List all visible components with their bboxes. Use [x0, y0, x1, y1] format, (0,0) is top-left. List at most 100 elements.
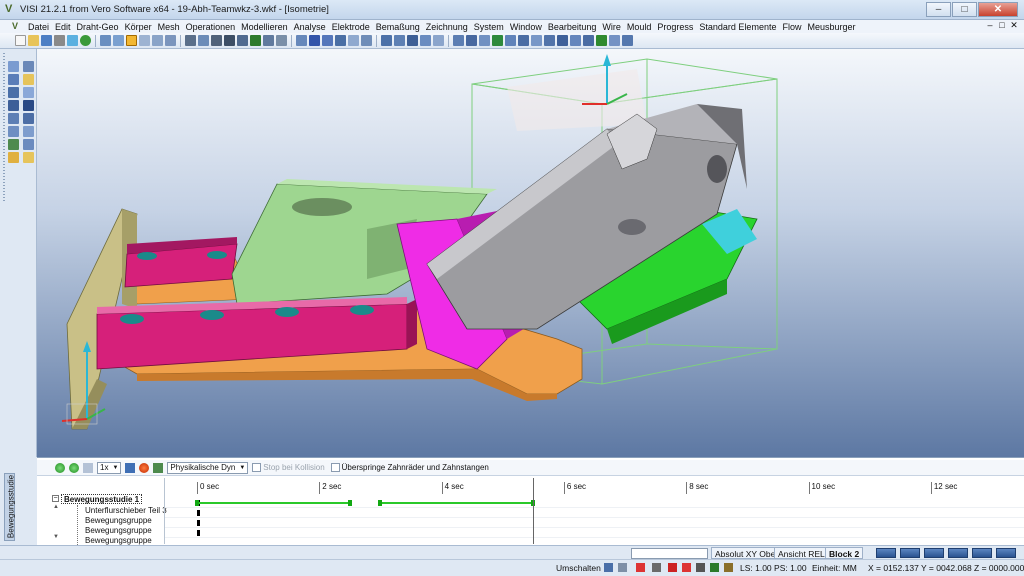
- record-icon[interactable]: [69, 462, 79, 473]
- mould-icon[interactable]: [453, 35, 464, 46]
- tool-arc-icon[interactable]: [8, 74, 19, 85]
- menu-window[interactable]: Window: [507, 22, 545, 32]
- wire-icon[interactable]: [518, 35, 529, 46]
- assembly-icon[interactable]: [570, 35, 581, 46]
- toolbar-grip[interactable]: [3, 53, 5, 203]
- analysis-icon[interactable]: [505, 35, 516, 46]
- menu-modellieren[interactable]: Modellieren: [238, 22, 291, 32]
- tool-polyline-icon[interactable]: [23, 87, 34, 98]
- cancel-status-icon[interactable]: [668, 563, 677, 572]
- tree-item[interactable]: Bewegungsgruppe: [85, 516, 152, 526]
- view-tile[interactable]: [900, 548, 920, 558]
- settings-icon[interactable]: [153, 462, 164, 473]
- green-check-icon[interactable]: [596, 35, 607, 46]
- 3d-viewport[interactable]: [37, 49, 1024, 457]
- menu-datei[interactable]: Datei: [25, 22, 52, 32]
- tool-shell-icon[interactable]: [8, 126, 19, 137]
- flow-icon[interactable]: [492, 35, 503, 46]
- timeline-track[interactable]: [165, 508, 1024, 518]
- simulation-mode-select[interactable]: Physikalische Dyn ▼: [167, 461, 249, 474]
- menu-analyse[interactable]: Analyse: [291, 22, 329, 32]
- menu-bemassung[interactable]: Bemaßung: [373, 22, 423, 32]
- view-tile[interactable]: [876, 548, 896, 558]
- toggle-label[interactable]: Umschalten: [556, 563, 601, 573]
- time-cursor[interactable]: [533, 478, 535, 544]
- motion-segment-bar[interactable]: [380, 502, 534, 504]
- stop-collision-checkbox[interactable]: [252, 463, 262, 472]
- tool-revolve-icon[interactable]: [23, 100, 34, 111]
- timeline-track[interactable]: [165, 498, 1024, 508]
- standard-elements-icon[interactable]: [531, 35, 542, 46]
- pan-icon[interactable]: [198, 35, 209, 46]
- electrode-icon[interactable]: [479, 35, 490, 46]
- menu-bearbeitung[interactable]: Bearbeitung: [545, 22, 600, 32]
- grid-status-icon[interactable]: [710, 563, 719, 572]
- mdi-restore-button[interactable]: □: [996, 20, 1008, 31]
- keyframe-handle[interactable]: [195, 500, 199, 506]
- view-tile[interactable]: [924, 548, 944, 558]
- tool-extrude-icon[interactable]: [8, 100, 19, 111]
- measure-icon[interactable]: [276, 35, 287, 46]
- track-start-marker[interactable]: [197, 530, 200, 536]
- hide-icon[interactable]: [348, 35, 359, 46]
- save-icon[interactable]: [41, 35, 52, 46]
- surface-icon[interactable]: [394, 35, 405, 46]
- tree-item[interactable]: Unterflurschieber Teil 3: [85, 506, 167, 516]
- tool-line-icon[interactable]: [8, 61, 19, 72]
- absolute-xy-button[interactable]: Absolut XY Ober: [711, 547, 783, 559]
- maximize-button[interactable]: □: [952, 2, 977, 17]
- select-icon[interactable]: [322, 35, 333, 46]
- tree-scrollbar[interactable]: ▲ ▼: [53, 504, 61, 544]
- motion-study-root[interactable]: Bewegungsstudie 1: [61, 494, 143, 504]
- menu-elektrode[interactable]: Elektrode: [329, 22, 373, 32]
- view-iso-icon[interactable]: [126, 35, 137, 46]
- view-top-icon[interactable]: [139, 35, 150, 46]
- tool-boolean-icon[interactable]: [8, 139, 19, 150]
- loop-icon[interactable]: [125, 462, 136, 473]
- tool-spline-icon[interactable]: [8, 87, 19, 98]
- new-file-icon[interactable]: [15, 35, 26, 46]
- menu-operationen[interactable]: Operationen: [183, 22, 239, 32]
- tool-circle-icon[interactable]: [23, 61, 34, 72]
- view-tile[interactable]: [972, 548, 992, 558]
- tool-fillet-icon[interactable]: [8, 113, 19, 124]
- motion-timeline[interactable]: 0 sec 2 sec 4 sec 6 sec 8 sec 10 sec 12 sec: [164, 478, 1024, 544]
- wireframe-icon[interactable]: [237, 35, 248, 46]
- timeline-track[interactable]: [165, 518, 1024, 528]
- tool-hole-icon[interactable]: [23, 126, 34, 137]
- save-status-icon[interactable]: [604, 563, 613, 572]
- motion-segment-bar[interactable]: [197, 502, 350, 504]
- stop-status-icon[interactable]: [636, 563, 645, 572]
- view-rel-button[interactable]: Ansicht REL: [774, 547, 829, 559]
- mdi-minimize-button[interactable]: –: [984, 20, 996, 31]
- play-icon[interactable]: [55, 462, 65, 473]
- command-input[interactable]: [631, 548, 708, 559]
- solid-icon[interactable]: [381, 35, 392, 46]
- import-icon[interactable]: [67, 35, 78, 46]
- layer-icon[interactable]: [250, 35, 261, 46]
- minimize-button[interactable]: –: [926, 2, 951, 17]
- keyframe-handle[interactable]: [347, 500, 352, 506]
- tree-expander[interactable]: −: [52, 495, 59, 502]
- layers-status-icon[interactable]: [618, 563, 627, 572]
- zoom-icon[interactable]: [185, 35, 196, 46]
- rotate-icon[interactable]: [211, 35, 222, 46]
- timeline-track[interactable]: [165, 528, 1024, 538]
- error-status-icon[interactable]: [682, 563, 691, 572]
- timeline-icon[interactable]: [83, 462, 93, 473]
- progress-icon[interactable]: [466, 35, 477, 46]
- menu-progress[interactable]: Progress: [654, 22, 696, 32]
- point-icon[interactable]: [420, 35, 431, 46]
- filter-icon[interactable]: [335, 35, 346, 46]
- tool-chamfer-icon[interactable]: [23, 113, 34, 124]
- document-menu-icon[interactable]: V: [12, 22, 21, 31]
- mdi-close-button[interactable]: ✕: [1008, 20, 1020, 31]
- show-icon[interactable]: [361, 35, 372, 46]
- block-button[interactable]: Block 2: [825, 547, 864, 559]
- menu-flow[interactable]: Flow: [779, 22, 804, 32]
- speed-select[interactable]: 1x ▼: [97, 461, 122, 474]
- track-start-marker[interactable]: [197, 510, 200, 516]
- tree-item[interactable]: Bewegungsgruppe: [85, 526, 152, 536]
- view-bottom-icon[interactable]: [152, 35, 163, 46]
- tool-rectangle-icon[interactable]: [23, 74, 34, 85]
